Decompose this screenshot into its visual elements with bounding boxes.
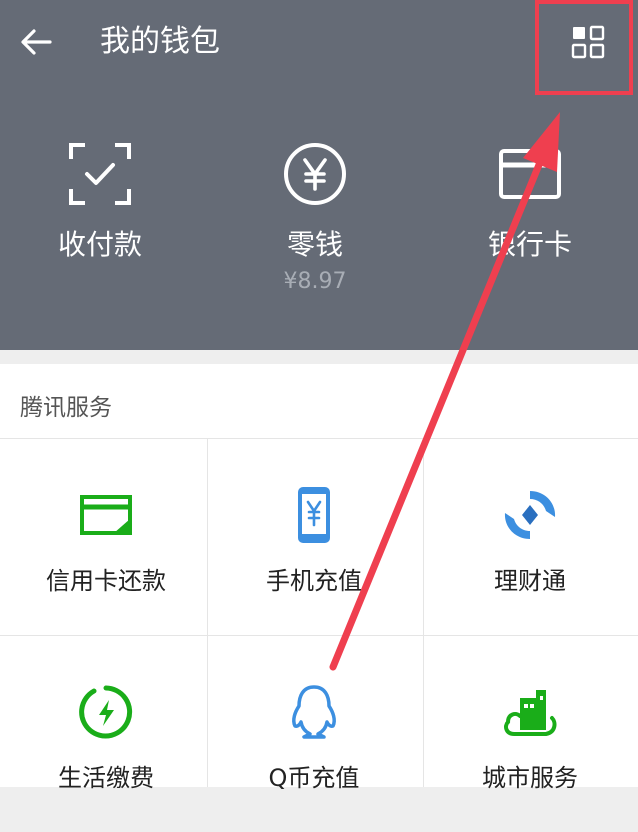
service-label: 手机充值 (266, 567, 362, 595)
section-title: 腾讯服务 (20, 395, 112, 421)
bank-card-entry[interactable]: 银行卡 (430, 135, 630, 305)
lightning-bill-icon (76, 682, 136, 742)
yuan-icon (282, 141, 348, 207)
service-phone-recharge[interactable]: 手机充值 (208, 439, 420, 635)
service-wealth[interactable]: 理财通 (424, 439, 636, 635)
bank-card-label: 银行卡 (487, 228, 572, 261)
service-q-coin[interactable]: Q币充值 (208, 636, 420, 832)
back-arrow-icon (21, 29, 52, 55)
wealth-icon (500, 485, 560, 545)
change-balance-entry[interactable]: 零钱 ¥8.97 (215, 135, 415, 305)
bank-card-icon (497, 141, 563, 207)
page-title: 我的钱包 (100, 24, 220, 59)
back-button[interactable] (14, 22, 58, 62)
credit-card-repay-icon (76, 485, 136, 545)
change-balance-amount: ¥8.97 (283, 269, 347, 294)
service-credit-card-repay[interactable]: 信用卡还款 (0, 439, 212, 635)
change-balance-label: 零钱 (286, 228, 343, 261)
receive-pay-entry[interactable]: 收付款 (0, 135, 200, 305)
service-label: Q币充值 (268, 764, 360, 792)
service-label: 生活缴费 (58, 764, 154, 792)
city-services-icon (500, 682, 560, 742)
scan-pay-icon (67, 141, 133, 207)
qq-penguin-icon (284, 682, 344, 742)
annotation-highlight-box (535, 0, 633, 95)
service-label: 信用卡还款 (46, 567, 166, 595)
service-label: 理财通 (494, 567, 566, 595)
service-label: 城市服务 (482, 764, 578, 792)
service-city[interactable]: 城市服务 (424, 636, 636, 832)
receive-pay-label: 收付款 (57, 228, 142, 261)
service-life-bills[interactable]: 生活缴费 (0, 636, 212, 832)
phone-recharge-icon (284, 485, 344, 545)
tencent-services-panel: 腾讯服务 信用卡还款 手机充值 理财通 生活缴费 Q币充值 城市服务 (0, 364, 638, 792)
